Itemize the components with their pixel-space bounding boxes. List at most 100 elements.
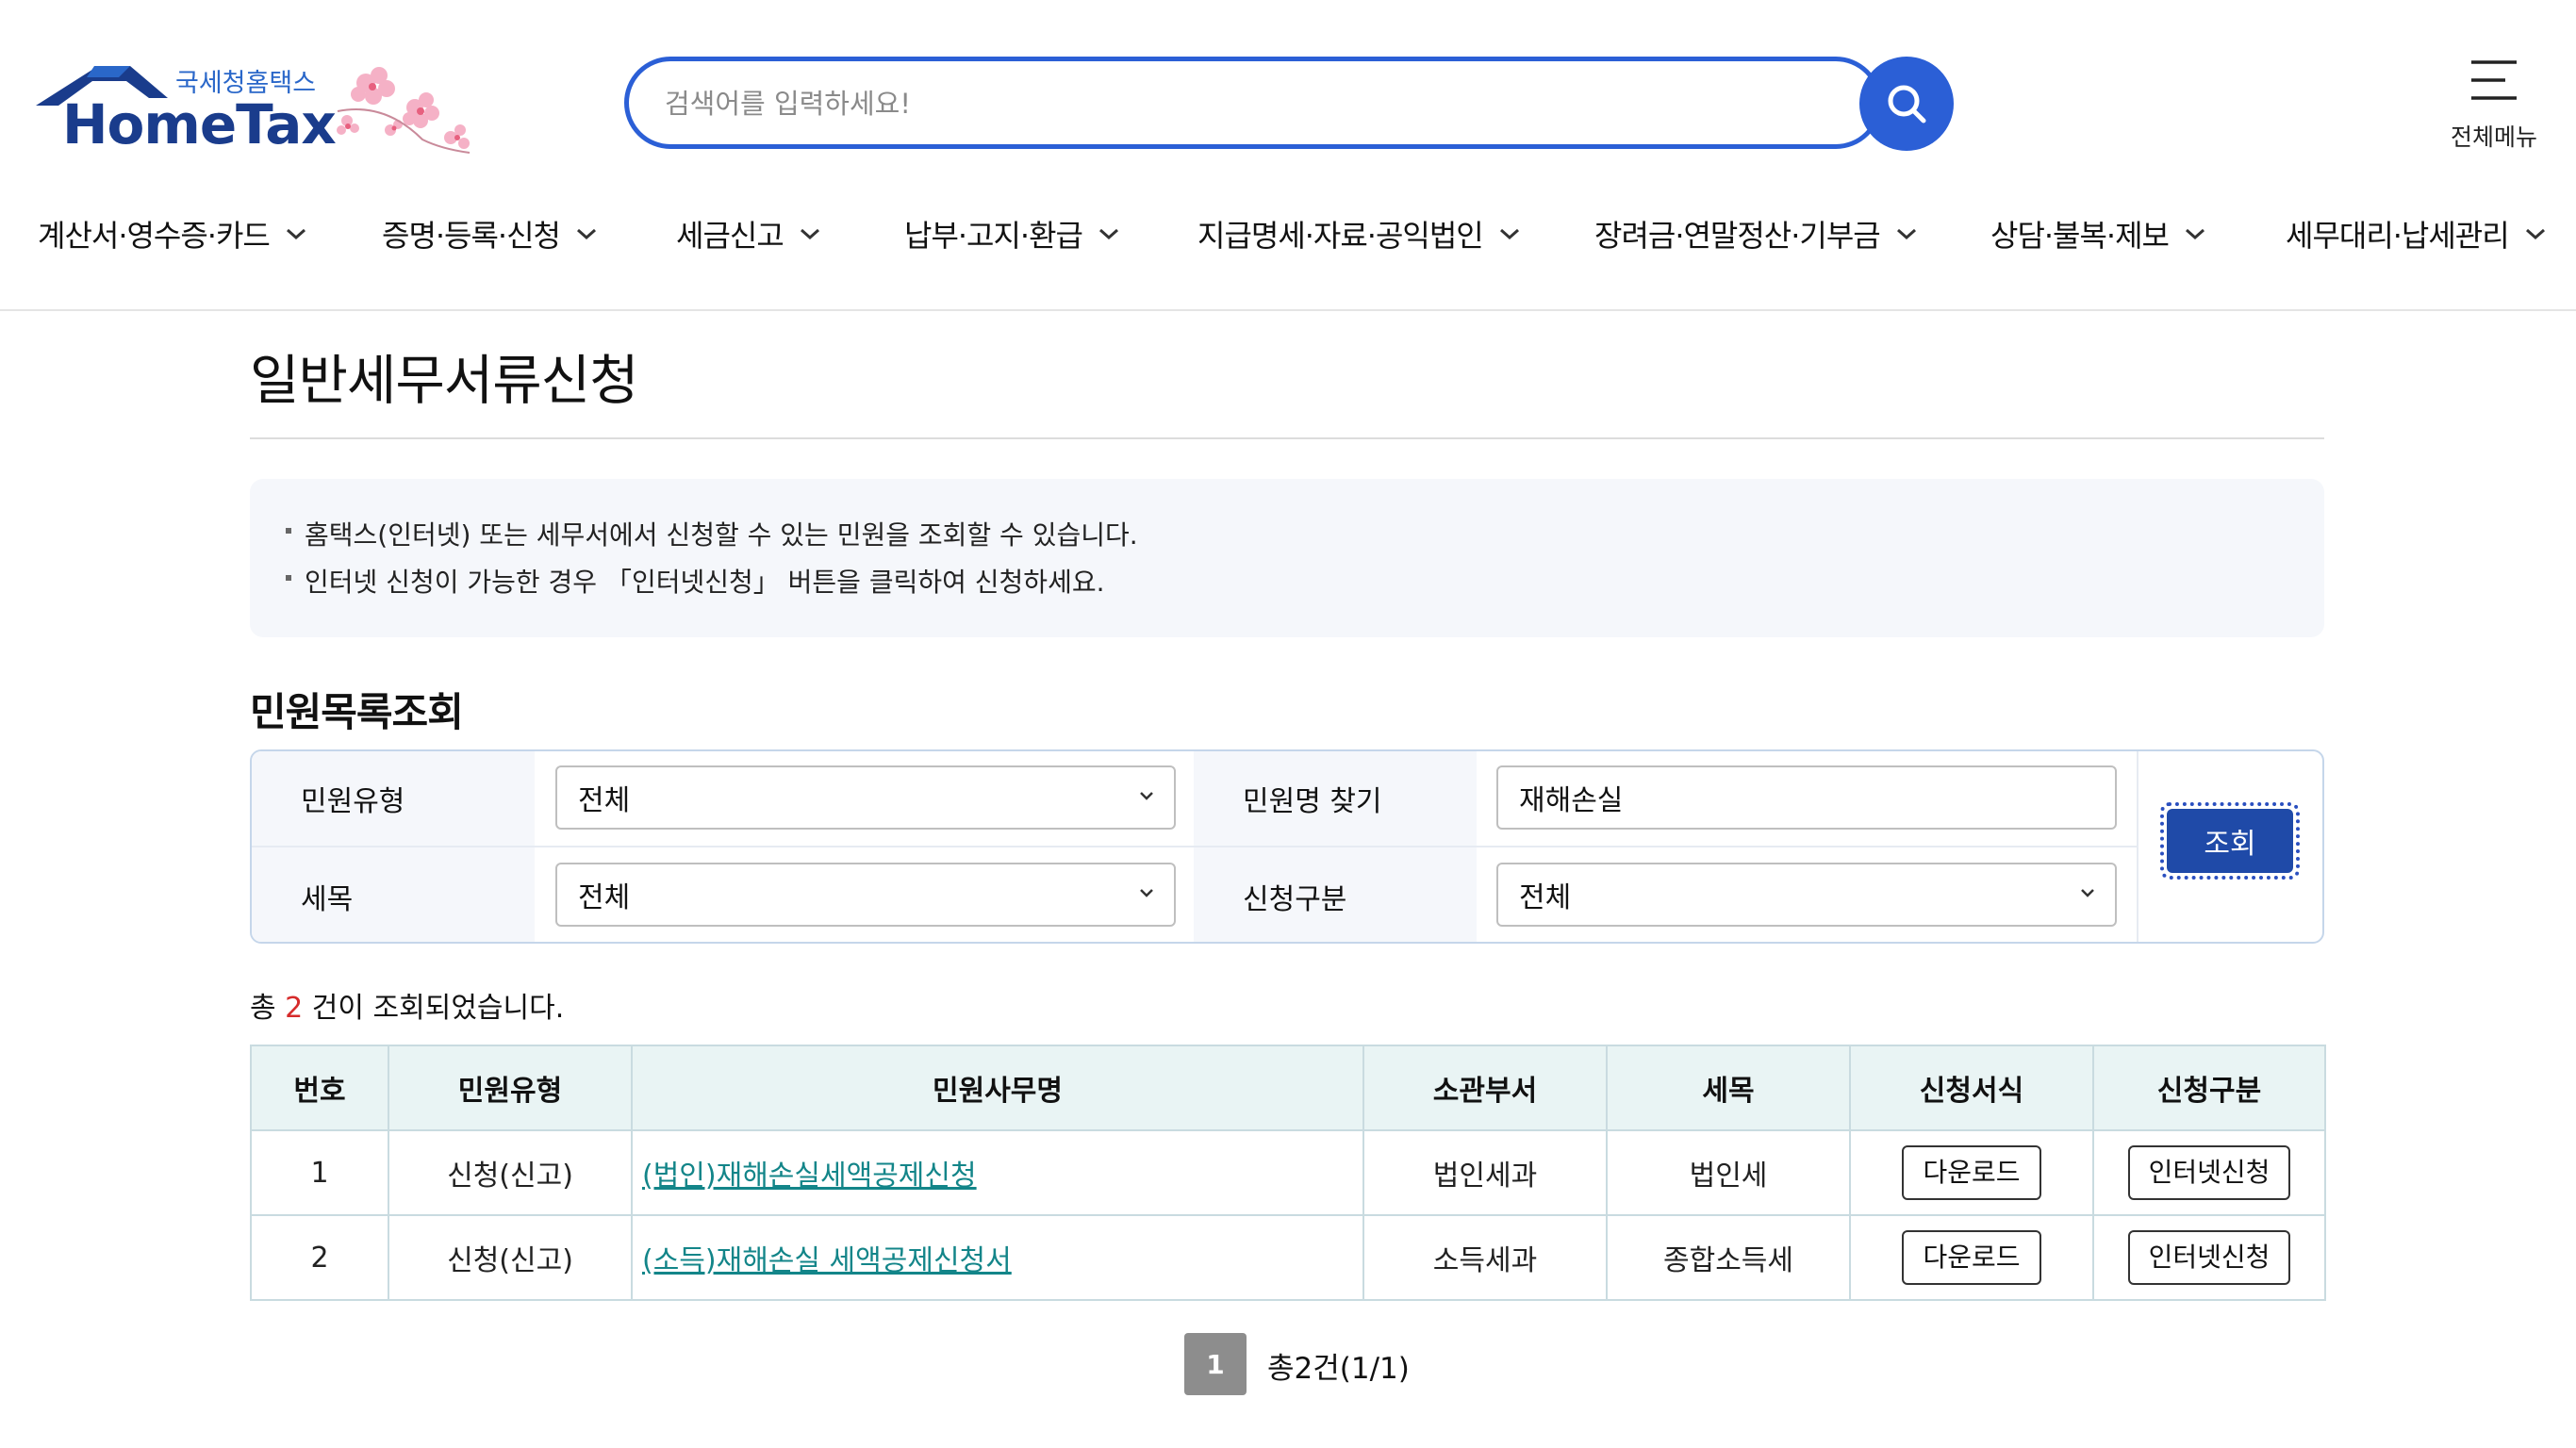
- col-header-dept: 소관부서: [1362, 1045, 1608, 1131]
- internet-apply-button[interactable]: 인터넷신청: [2127, 1230, 2291, 1285]
- notice-text: 인터넷 신청이 가능한 경우 「인터넷신청」 버튼을 클릭하여 신청하세요.: [305, 567, 1105, 598]
- chevron-down-icon: [2525, 228, 2545, 240]
- col-header-type: 민원유형: [388, 1045, 633, 1131]
- chevron-down-icon: [1140, 792, 1153, 800]
- cell-form: 다운로드: [1849, 1214, 2094, 1301]
- gnb-item-label: 장려금·연말정산·기부금: [1594, 218, 1881, 254]
- cell-no: 2: [250, 1214, 389, 1301]
- results-table: 번호 민원유형 민원사무명 소관부서 세목 신청서식 신청구분 1 신청(신고)…: [250, 1045, 2326, 1301]
- all-menu-button[interactable]: 전체메뉴: [2433, 55, 2555, 158]
- chevron-down-icon: [1098, 228, 1118, 240]
- gnb-item-tax-agent[interactable]: 세무대리·납세관리: [2286, 206, 2547, 262]
- logo-wordmark: HomeTax: [62, 92, 337, 156]
- chevron-down-icon: [1896, 228, 1916, 240]
- apply-select-value: 전체: [1519, 881, 1572, 914]
- page-button-current[interactable]: 1: [1184, 1333, 1247, 1395]
- tax-select[interactable]: 전체: [555, 863, 1176, 927]
- gnb-item-payment-refund[interactable]: 납부·고지·환급: [904, 206, 1120, 262]
- type-select[interactable]: 전체: [555, 765, 1176, 830]
- tax-select-value: 전체: [578, 881, 631, 914]
- name-label: 민원명 찾기: [1194, 751, 1477, 846]
- query-button[interactable]: 조회: [2160, 802, 2300, 880]
- panel-divider: [252, 846, 2137, 847]
- chevron-down-icon: [800, 228, 819, 240]
- notice-line: 인터넷 신청이 가능한 경우 「인터넷신청」 버튼을 클릭하여 신청하세요.: [286, 562, 1105, 600]
- cell-dept: 법인세과: [1362, 1129, 1608, 1216]
- gnb-item-tax-filing[interactable]: 세금신고: [676, 206, 821, 262]
- notice-box: 홈택스(인터넷) 또는 세무서에서 신청할 수 있는 민원을 조회할 수 있습니…: [250, 479, 2324, 637]
- query-button-label: 조회: [2167, 809, 2293, 873]
- panel-divider: [2137, 751, 2138, 942]
- table-row: 1 신청(신고) (법인)재해손실세액공제신청 법인세과 법인세 다운로드 인터…: [250, 1129, 2326, 1216]
- col-header-apply: 신청구분: [2092, 1045, 2326, 1131]
- civil-service-link[interactable]: (법인)재해손실세액공제신청: [642, 1160, 977, 1193]
- page-total-text: 총2건(1/1): [1267, 1352, 1410, 1386]
- chevron-down-icon: [2081, 889, 2094, 897]
- col-header-form: 신청서식: [1849, 1045, 2094, 1131]
- chevron-down-icon: [576, 228, 596, 240]
- download-button[interactable]: 다운로드: [1902, 1145, 2041, 1200]
- gnb-item-payment-statement[interactable]: 지급명세·자료·공익법인: [1197, 206, 1521, 262]
- page-title: 일반세무서류신청: [250, 350, 639, 412]
- cell-apply: 인터넷신청: [2092, 1129, 2326, 1216]
- hometax-logo[interactable]: 국세청홈택스 HomeTax: [36, 55, 479, 166]
- cherry-blossom-icon: [337, 67, 471, 154]
- result-count: 총 2 건이 조회되었습니다.: [250, 984, 564, 1026]
- civil-service-link[interactable]: (소득)재해손실 세액공제신청서: [642, 1244, 1012, 1277]
- global-search-input[interactable]: [663, 61, 1779, 146]
- gnb-item-consult-appeal[interactable]: 상담·불복·제보: [1990, 206, 2206, 262]
- col-header-tax: 세목: [1606, 1045, 1851, 1131]
- notice-line: 홈택스(인터넷) 또는 세무서에서 신청할 수 있는 민원을 조회할 수 있습니…: [286, 515, 1138, 552]
- result-suffix: 건이 조회되었습니다.: [311, 992, 565, 1025]
- search-icon: [1888, 85, 1926, 123]
- name-search-input[interactable]: [1496, 765, 2117, 830]
- gnb-item-label: 상담·불복·제보: [1990, 218, 2170, 254]
- gnb-item-invoice-receipt-card[interactable]: 계산서·영수증·카드: [38, 206, 307, 262]
- search-panel: 민원유형 세목 민원명 찾기 신청구분 전체 전체 전체 조회: [250, 749, 2324, 944]
- search-button[interactable]: [1859, 57, 1954, 151]
- col-header-name: 민원사무명: [631, 1045, 1364, 1131]
- hamburger-menu-icon: [2471, 60, 2517, 100]
- cell-dept: 소득세과: [1362, 1214, 1608, 1301]
- gnb-item-incentive-year-end[interactable]: 장려금·연말정산·기부금: [1594, 206, 1918, 262]
- bullet-icon: [286, 528, 291, 534]
- gnb-item-label: 세금신고: [676, 218, 784, 254]
- global-search-box: [624, 57, 1882, 149]
- cell-form: 다운로드: [1849, 1129, 2094, 1216]
- type-label: 민원유형: [252, 751, 535, 846]
- cell-apply: 인터넷신청: [2092, 1214, 2326, 1301]
- tax-label: 세목: [252, 847, 535, 942]
- cell-name: (소득)재해손실 세액공제신청서: [631, 1214, 1364, 1301]
- gnb-item-label: 지급명세·자료·공익법인: [1197, 218, 1484, 254]
- section-title: 민원목록조회: [250, 689, 464, 735]
- gnb-item-label: 계산서·영수증·카드: [38, 218, 271, 254]
- site-header: 국세청홈택스 HomeTax 검색어를 입력하세요! 전체메뉴 계산서·영수증·…: [0, 0, 2576, 311]
- cell-name: (법인)재해손실세액공제신청: [631, 1129, 1364, 1216]
- all-menu-label: 전체메뉴: [2450, 123, 2537, 151]
- col-header-no: 번호: [250, 1045, 389, 1131]
- gnb-item-certificate-registration[interactable]: 증명·등록·신청: [382, 206, 598, 262]
- cell-type: 신청(신고): [388, 1129, 633, 1216]
- apply-label: 신청구분: [1194, 847, 1477, 942]
- bullet-icon: [286, 575, 291, 581]
- chevron-down-icon: [286, 228, 305, 240]
- title-divider: [250, 437, 2324, 439]
- cell-type: 신청(신고): [388, 1214, 633, 1301]
- cell-no: 1: [250, 1129, 389, 1216]
- chevron-down-icon: [1140, 889, 1153, 897]
- internet-apply-button[interactable]: 인터넷신청: [2127, 1145, 2291, 1200]
- gnb-item-label: 증명·등록·신청: [382, 218, 561, 254]
- cell-tax: 종합소득세: [1606, 1214, 1851, 1301]
- apply-select[interactable]: 전체: [1496, 863, 2117, 927]
- chevron-down-icon: [2185, 228, 2204, 240]
- table-header-row: 번호 민원유형 민원사무명 소관부서 세목 신청서식 신청구분: [250, 1045, 2326, 1131]
- result-prefix: 총: [250, 992, 276, 1025]
- table-row: 2 신청(신고) (소득)재해손실 세액공제신청서 소득세과 종합소득세 다운로…: [250, 1214, 2326, 1301]
- result-count-number: 2: [285, 992, 304, 1025]
- cell-tax: 법인세: [1606, 1129, 1851, 1216]
- download-button[interactable]: 다운로드: [1902, 1230, 2041, 1285]
- notice-text: 홈택스(인터넷) 또는 세무서에서 신청할 수 있는 민원을 조회할 수 있습니…: [305, 519, 1138, 551]
- chevron-down-icon: [1499, 228, 1519, 240]
- main-navigation: 계산서·영수증·카드 증명·등록·신청 세금신고 납부·고지·환급 지급명세·자…: [0, 206, 2576, 262]
- gnb-item-label: 세무대리·납세관리: [2286, 218, 2510, 254]
